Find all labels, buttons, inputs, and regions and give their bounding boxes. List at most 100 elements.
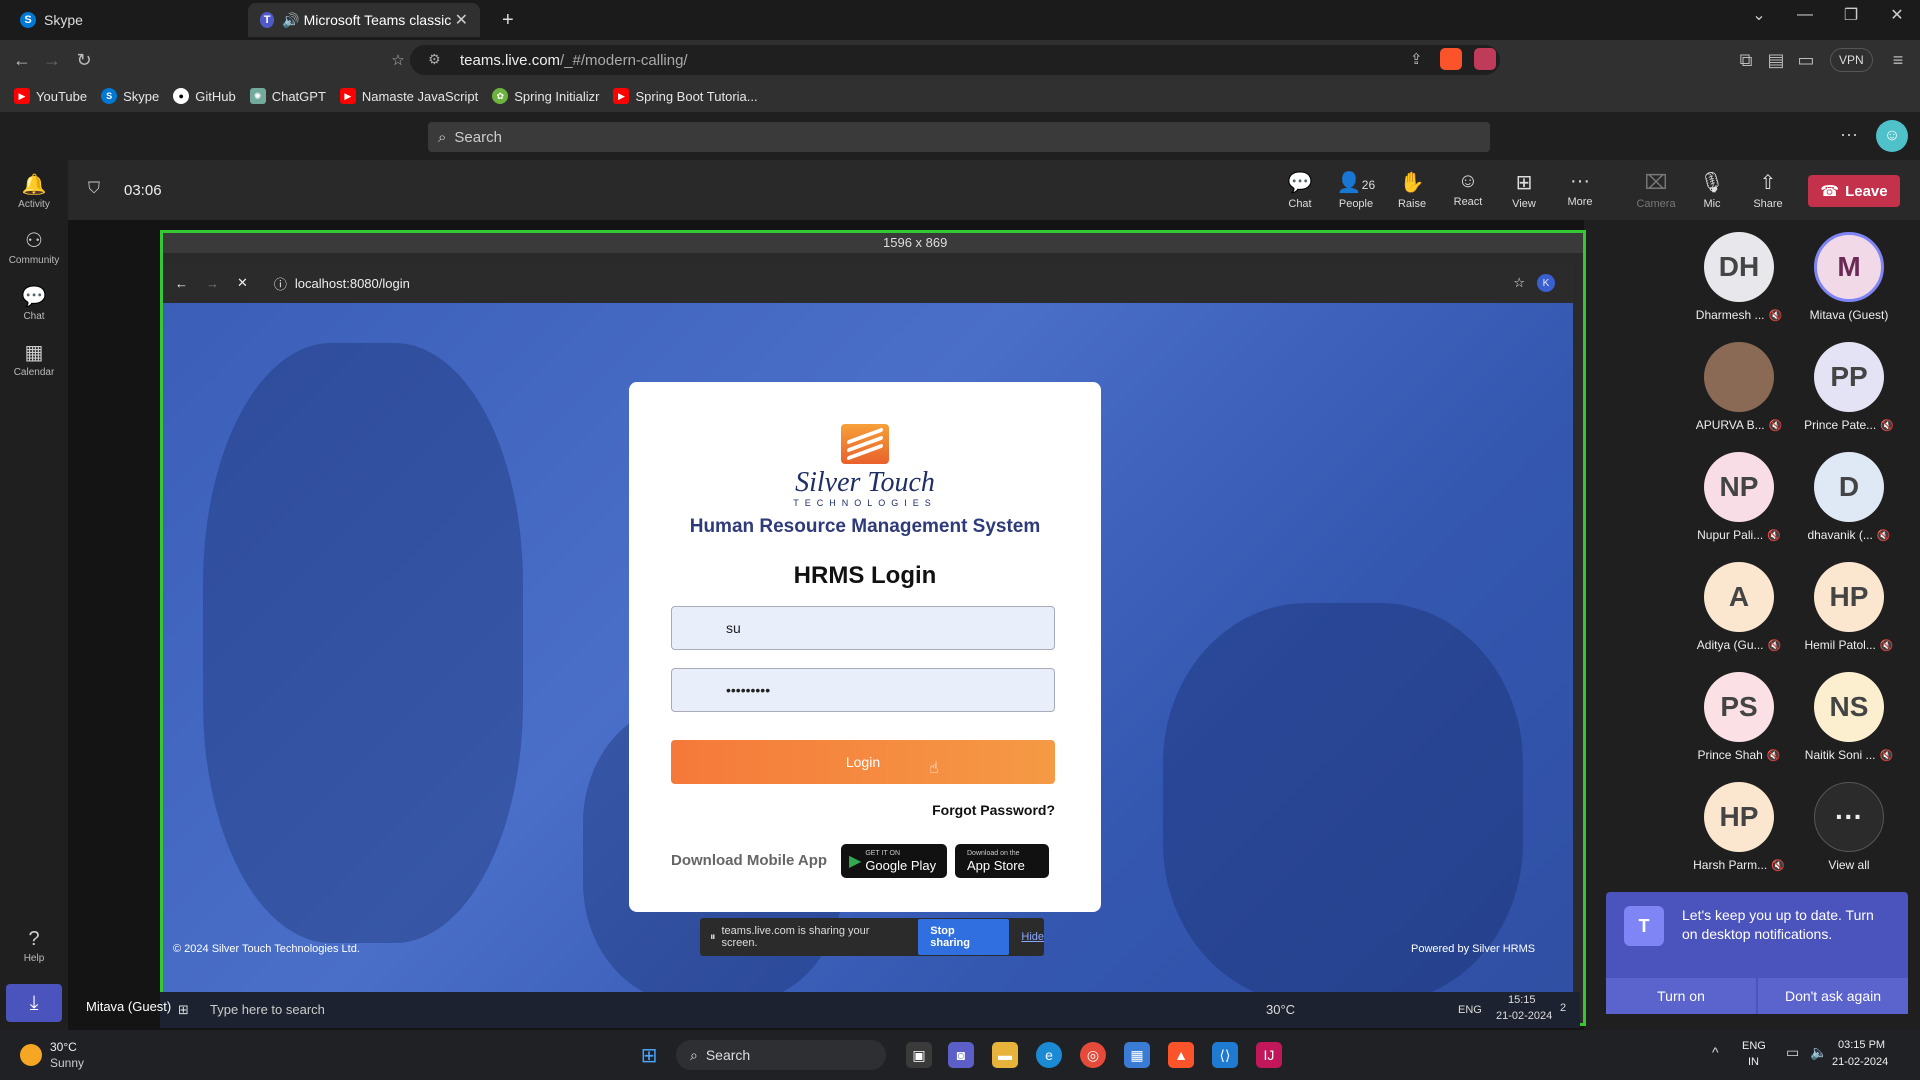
store-icon[interactable]: ▦ — [1124, 1042, 1150, 1068]
participant[interactable]: NS Naitik Soni ... 🔇 — [1794, 672, 1904, 762]
taskbar-search-label: Search — [705, 1047, 751, 1063]
participant[interactable]: PP Prince Pate... 🔇 — [1794, 342, 1904, 432]
download-icon[interactable]: ⤓ — [6, 984, 62, 1022]
volume-icon[interactable]: 🔈 — [1810, 1044, 1827, 1061]
camera-off-icon: ⌧ — [1644, 172, 1668, 194]
share-button[interactable]: ⇧ Share — [1740, 170, 1796, 210]
view-all-button[interactable]: ··· View all — [1794, 782, 1904, 872]
restore-icon[interactable]: ❐ — [1828, 0, 1874, 30]
task-view-icon[interactable]: ▣ — [906, 1042, 932, 1068]
teams-chat-icon[interactable]: ◙ — [948, 1042, 974, 1068]
participant[interactable]: APURVA B... 🔇 — [1684, 342, 1794, 432]
control-label: Raise — [1397, 198, 1427, 210]
new-tab-button[interactable]: + — [490, 3, 520, 37]
stop-sharing-button[interactable]: Stop sharing — [918, 919, 1010, 955]
rail-community[interactable]: ⚇ Community — [0, 228, 68, 266]
participant[interactable]: HP Hemil Patol... 🔇 — [1794, 562, 1904, 652]
mic-off-icon: 🔇 — [1768, 310, 1783, 322]
network-icon[interactable]: ▭ — [1786, 1044, 1799, 1061]
vscode-icon[interactable]: ⟨⟩ — [1212, 1042, 1238, 1068]
chat-button[interactable]: 💬 Chat — [1272, 170, 1328, 210]
participant[interactable]: DH Dharmesh ... 🔇 — [1684, 232, 1794, 322]
close-window-icon[interactable]: ✕ — [1874, 0, 1920, 30]
bookmark-spring-boot[interactable]: ▶ Spring Boot Tutoria... — [613, 88, 758, 104]
mic-button[interactable]: 🎙 Mic — [1684, 170, 1740, 210]
taskbar-search[interactable]: ⌕ Search — [676, 1040, 886, 1070]
hide-link[interactable]: Hide — [1021, 931, 1044, 943]
bookmark-github[interactable]: ● GitHub — [173, 88, 236, 104]
pause-icon: ⏸ — [710, 930, 716, 943]
file-explorer-icon[interactable]: ▬ — [992, 1042, 1018, 1068]
copyright: © 2024 Silver Touch Technologies Ltd. — [173, 943, 360, 955]
google-play-button[interactable]: ▶ GET IT ON Google Play — [841, 844, 947, 878]
view-button[interactable]: ⊞ View — [1496, 170, 1552, 210]
rail-help[interactable]: ? Help — [0, 928, 68, 964]
participant-name: View all — [1828, 858, 1870, 872]
community-icon: ⚇ — [25, 230, 43, 252]
participant[interactable]: NP Nupur Pali... 🔇 — [1684, 452, 1794, 542]
raise-button[interactable]: ✋ Raise — [1384, 170, 1440, 210]
back-icon[interactable]: ← — [10, 48, 34, 72]
download-app-label: Download Mobile App — [671, 852, 828, 869]
bookmark-chatgpt[interactable]: ✺ ChatGPT — [249, 88, 326, 104]
bookmark-icon[interactable]: ☆ — [386, 48, 410, 72]
inner-browser-toolbar: ← → ✕ ⓘ localhost:8080/login ☆ K — [163, 263, 1573, 303]
rail-label: Community — [8, 255, 60, 266]
more-options-icon[interactable]: ··· — [1840, 124, 1858, 145]
meeting-timer: 03:06 — [124, 182, 162, 199]
site-info-icon[interactable]: ⚙ — [428, 51, 441, 68]
bookmark-skype[interactable]: S Skype — [101, 88, 159, 104]
login-button[interactable]: Login — [671, 740, 1055, 784]
intellij-icon[interactable]: IJ — [1256, 1042, 1282, 1068]
participant[interactable]: Ddhavanik (... 🔇 — [1794, 452, 1904, 542]
reload-icon[interactable]: ↻ — [72, 48, 96, 72]
skype-icon: S — [101, 88, 118, 104]
close-tab-icon[interactable]: ✕ — [455, 10, 468, 30]
brave-icon[interactable]: ▲ — [1168, 1042, 1194, 1068]
tab-teams[interactable]: T 🔊 Microsoft Teams classic - loa ✕ — [248, 3, 480, 37]
participant[interactable]: PS Prince Shah 🔇 — [1684, 672, 1794, 762]
react-button[interactable]: ☺ React — [1440, 170, 1496, 208]
rail-activity[interactable]: 🔔 Activity — [0, 172, 68, 210]
sidebar-icon[interactable]: ▤ — [1764, 48, 1788, 72]
chrome-icon[interactable]: ◎ — [1080, 1042, 1106, 1068]
dont-ask-button[interactable]: Don't ask again — [1758, 978, 1908, 1014]
forgot-password-link[interactable]: Forgot Password? — [889, 802, 1055, 818]
more-button[interactable]: ··· More — [1552, 170, 1608, 208]
rail-calendar[interactable]: ▦ Calendar — [0, 340, 68, 378]
tray-chevron-icon[interactable]: ^ — [1712, 1044, 1719, 1060]
rail-chat[interactable]: 💬 Chat — [0, 284, 68, 322]
participant[interactable]: A Aditya (Gu... 🔇 — [1684, 562, 1794, 652]
camera-button[interactable]: ⌧ Camera — [1628, 170, 1684, 210]
menu-icon[interactable]: ≡ — [1886, 48, 1910, 72]
brave-rewards-icon[interactable] — [1474, 48, 1496, 70]
address-bar[interactable]: ⚙ teams.live.com/_#/modern-calling/ ⇪ — [410, 45, 1500, 75]
windows-start-icon[interactable]: ⊞ — [636, 1042, 662, 1068]
tab-skype[interactable]: S Skype — [8, 3, 248, 37]
participant[interactable]: M Mitava (Guest) — [1794, 232, 1904, 322]
bookmark-youtube[interactable]: ▶ YouTube — [14, 88, 87, 104]
turn-on-button[interactable]: Turn on — [1606, 978, 1756, 1014]
people-button[interactable]: 👤26 People — [1328, 170, 1384, 210]
wallet-icon[interactable]: ▭ — [1794, 48, 1818, 72]
minimize-icon[interactable]: — — [1782, 0, 1828, 30]
app-store-button[interactable]: Download on the App Store — [955, 844, 1049, 878]
avatar[interactable]: ☺ — [1876, 120, 1908, 152]
participant-name: APURVA B... — [1695, 418, 1765, 432]
password-field[interactable]: ••••••••• — [671, 668, 1055, 712]
bookmark-namaste-js[interactable]: ▶ Namaste JavaScript — [339, 88, 478, 104]
extensions-icon[interactable]: ⧉ — [1734, 48, 1758, 72]
leave-button[interactable]: ☎ Leave — [1808, 175, 1900, 207]
vpn-button[interactable]: VPN — [1830, 48, 1873, 72]
meeting-toolbar: ⛉ 03:06 💬 Chat 👤26 People ✋ Raise ☺ React ⊞ V… — [68, 160, 1920, 220]
avatar: D — [1814, 452, 1884, 522]
username-field[interactable]: su — [671, 606, 1055, 650]
bookmark-spring-initializr[interactable]: ✿ Spring Initializr — [492, 88, 599, 104]
brave-shield-icon[interactable] — [1440, 48, 1462, 70]
forward-icon[interactable]: → — [40, 48, 64, 72]
edge-icon[interactable]: e — [1036, 1042, 1062, 1068]
share-page-icon[interactable]: ⇪ — [1410, 50, 1423, 68]
participant[interactable]: HP Harsh Parm... 🔇 — [1684, 782, 1794, 872]
teams-search-input[interactable]: ⌕ Search — [428, 122, 1490, 152]
tab-search-icon[interactable]: ⌄ — [1736, 0, 1782, 30]
